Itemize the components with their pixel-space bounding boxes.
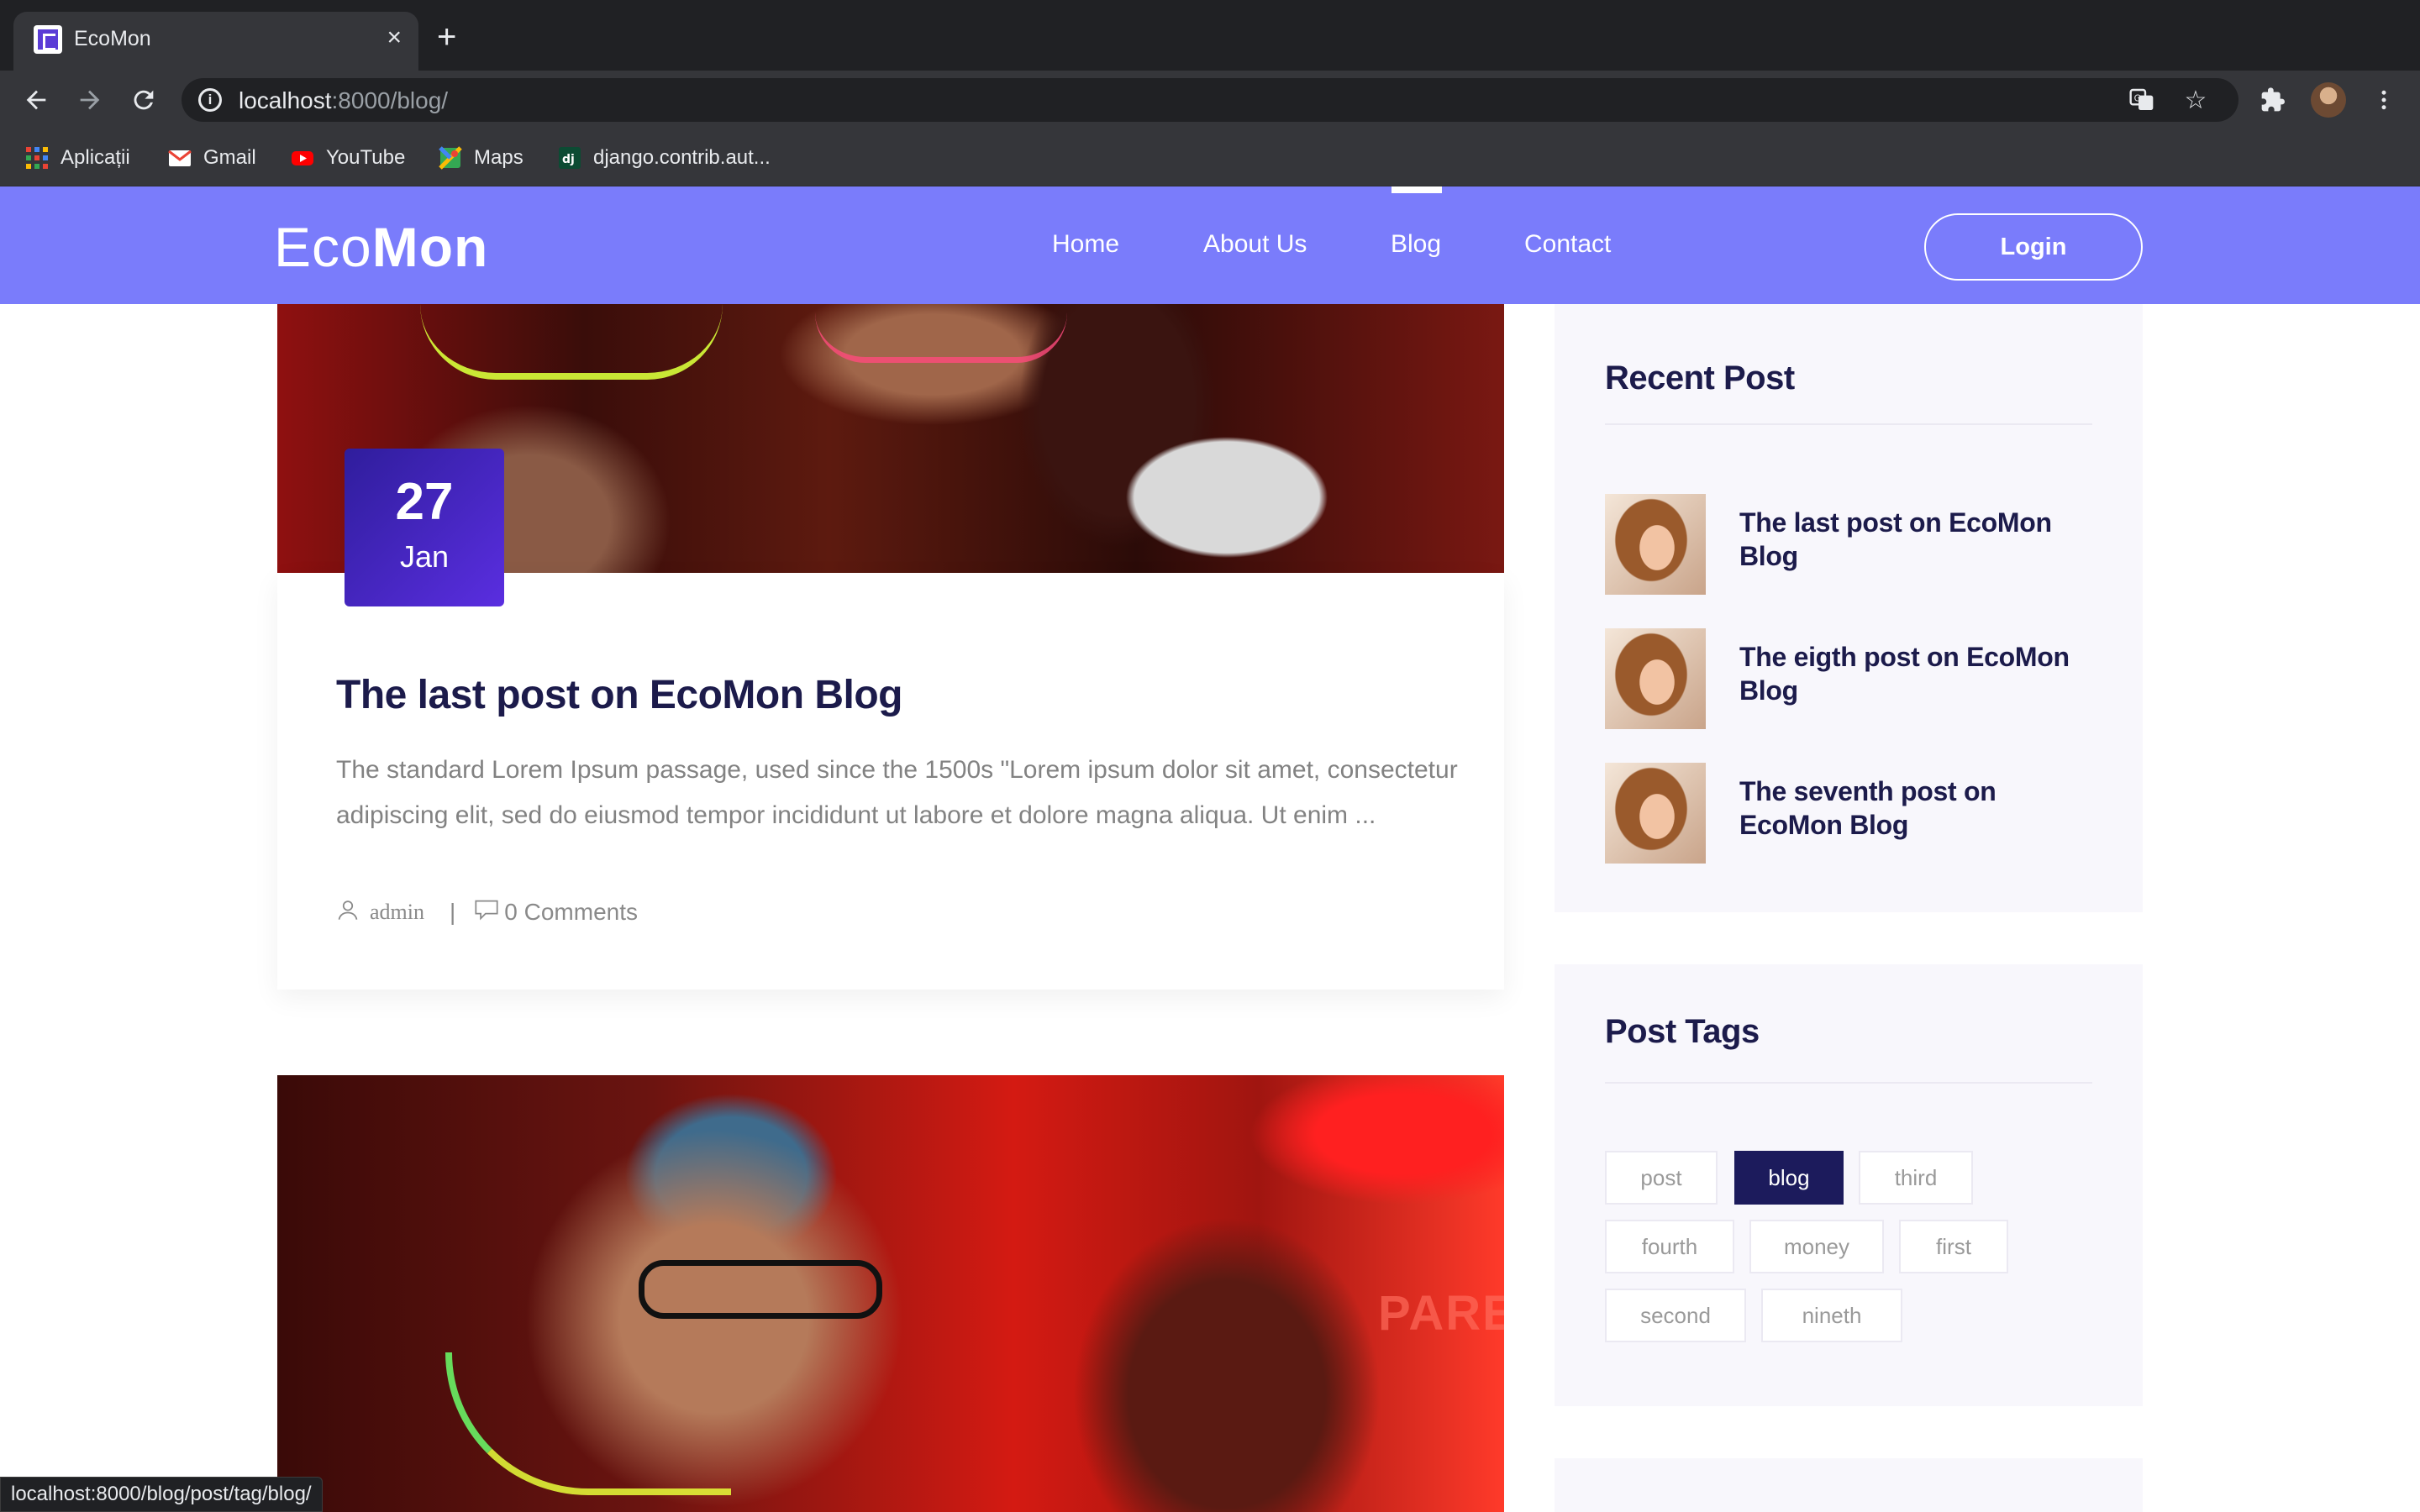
recent-post-thumbnail[interactable]	[1605, 494, 1706, 595]
recent-post-thumbnail[interactable]	[1605, 763, 1706, 864]
site-info-icon[interactable]: i	[198, 88, 222, 112]
post-comments-count[interactable]: 0 Comments	[504, 899, 638, 926]
svg-text:G: G	[2134, 92, 2141, 103]
recent-post-title[interactable]: The last post on EcoMon Blog	[1739, 506, 2101, 573]
login-button[interactable]: Login	[1924, 213, 2143, 281]
bookmark-label: django.contrib.aut...	[593, 146, 771, 169]
tab-title: EcoMon	[74, 27, 151, 50]
back-arrow-icon[interactable]	[17, 81, 55, 119]
bookmark-label: Gmail	[203, 146, 256, 169]
post-date-badge: 27 Jan	[345, 449, 504, 606]
tag-fourth[interactable]: fourth	[1605, 1220, 1734, 1273]
tag-nineth[interactable]: nineth	[1761, 1289, 1902, 1342]
recent-post-item[interactable]: The seventh post on EcoMon Blog	[1605, 763, 2092, 864]
widget-title: Post Tags	[1605, 1013, 1760, 1050]
post-featured-image[interactable]: PARE	[277, 1075, 1504, 1512]
forward-arrow-icon[interactable]	[71, 81, 109, 119]
translate-icon[interactable]: G	[2128, 87, 2156, 115]
profile-avatar[interactable]	[2311, 82, 2346, 118]
recent-post-item[interactable]: The last post on EcoMon Blog	[1605, 494, 2092, 595]
glow-stick-decoration	[420, 304, 723, 380]
bookmark-gmail[interactable]: Gmail	[168, 141, 256, 175]
widget-divider	[1605, 1082, 2092, 1084]
address-bar[interactable]: i localhost:8000/blog/ G ☆	[182, 78, 2238, 122]
background-sign: PARE	[1378, 1286, 1504, 1341]
recent-post-thumbnail[interactable]	[1605, 628, 1706, 729]
widget-title: Recent Post	[1605, 360, 1795, 396]
svg-text:dj: dj	[562, 153, 575, 166]
post-excerpt: The standard Lorem Ipsum passage, used s…	[336, 756, 1458, 829]
logo-bold-text: Mon	[371, 216, 489, 278]
post-meta: admin | 0 Comments	[336, 895, 638, 929]
bookmark-youtube[interactable]: YouTube	[291, 141, 405, 175]
nav-home[interactable]: Home	[1052, 230, 1119, 259]
recent-post-title[interactable]: The eigth post on EcoMon Blog	[1739, 640, 2101, 707]
new-tab-icon[interactable]: +	[437, 20, 456, 54]
youtube-icon	[291, 146, 314, 170]
bookmark-label: Aplicații	[60, 146, 130, 169]
tag-first[interactable]: first	[1899, 1220, 2008, 1273]
django-icon: dj	[558, 146, 581, 170]
post-date-month: Jan	[399, 539, 450, 574]
tag-money[interactable]: money	[1749, 1220, 1884, 1273]
sidebar-widget	[1555, 1458, 2143, 1512]
browser-toolbar: i localhost:8000/blog/ G ☆	[0, 71, 2420, 129]
more-menu-icon[interactable]	[2365, 81, 2403, 119]
url-text[interactable]: localhost:8000/blog/	[239, 87, 448, 114]
tag-post[interactable]: post	[1605, 1151, 1718, 1205]
nav-active-indicator	[1392, 186, 1442, 193]
nav-about-us[interactable]: About Us	[1203, 230, 1307, 259]
apps-grid-icon	[25, 146, 49, 170]
browser-tab[interactable]: EcoMon ×	[13, 12, 418, 71]
bookmark-label: YouTube	[326, 146, 406, 169]
recent-post-title[interactable]: The seventh post on EcoMon Blog	[1739, 774, 2101, 842]
gmail-icon	[168, 146, 192, 170]
tag-second[interactable]: second	[1605, 1289, 1746, 1342]
close-tab-icon[interactable]: ×	[387, 24, 402, 52]
post-title[interactable]: The last post on EcoMon Blog	[336, 672, 902, 718]
status-bar-url: localhost:8000/blog/post/tag/blog/	[0, 1477, 323, 1512]
maps-icon	[439, 146, 462, 170]
ecomon-favicon-icon	[34, 25, 62, 54]
bookmark-label: Maps	[474, 146, 523, 169]
site-logo[interactable]: EcoMon	[274, 215, 488, 279]
glow-stick-decoration	[815, 312, 1067, 363]
extensions-puzzle-icon[interactable]	[2254, 81, 2292, 119]
comment-icon	[474, 898, 499, 927]
glow-stick-decoration	[445, 1352, 731, 1495]
bookmark-django[interactable]: dj django.contrib.aut...	[558, 141, 771, 175]
user-icon	[336, 898, 360, 927]
tag-blog[interactable]: blog	[1734, 1151, 1844, 1205]
tag-third[interactable]: third	[1859, 1151, 1973, 1205]
bookmark-star-icon[interactable]: ☆	[2181, 87, 2210, 115]
nav-blog[interactable]: Blog	[1391, 230, 1441, 259]
glasses-decoration	[639, 1260, 882, 1319]
bookmark-maps[interactable]: Maps	[439, 141, 523, 175]
post-tags-widget: Post Tags post blog third fourth money f…	[1555, 964, 2143, 1406]
bookmarks-bar: Aplicații Gmail YouTube Maps dj django.c…	[0, 129, 2420, 186]
nav-contact[interactable]: Contact	[1524, 230, 1611, 259]
recent-posts-widget: Recent Post The last post on EcoMon Blog…	[1555, 304, 2143, 912]
post-date-day: 27	[395, 473, 454, 531]
meta-divider: |	[450, 899, 456, 925]
logo-light-text: Eco	[274, 216, 372, 278]
reload-icon[interactable]	[124, 81, 163, 119]
browser-tab-strip: EcoMon × +	[0, 0, 2420, 71]
recent-post-item[interactable]: The eigth post on EcoMon Blog	[1605, 628, 2092, 729]
widget-divider	[1605, 423, 2092, 425]
post-author[interactable]: admin	[370, 900, 424, 925]
bookmark-apps[interactable]: Aplicații	[25, 141, 130, 175]
site-header: EcoMon Home About Us Blog Contact Login	[0, 186, 2420, 304]
